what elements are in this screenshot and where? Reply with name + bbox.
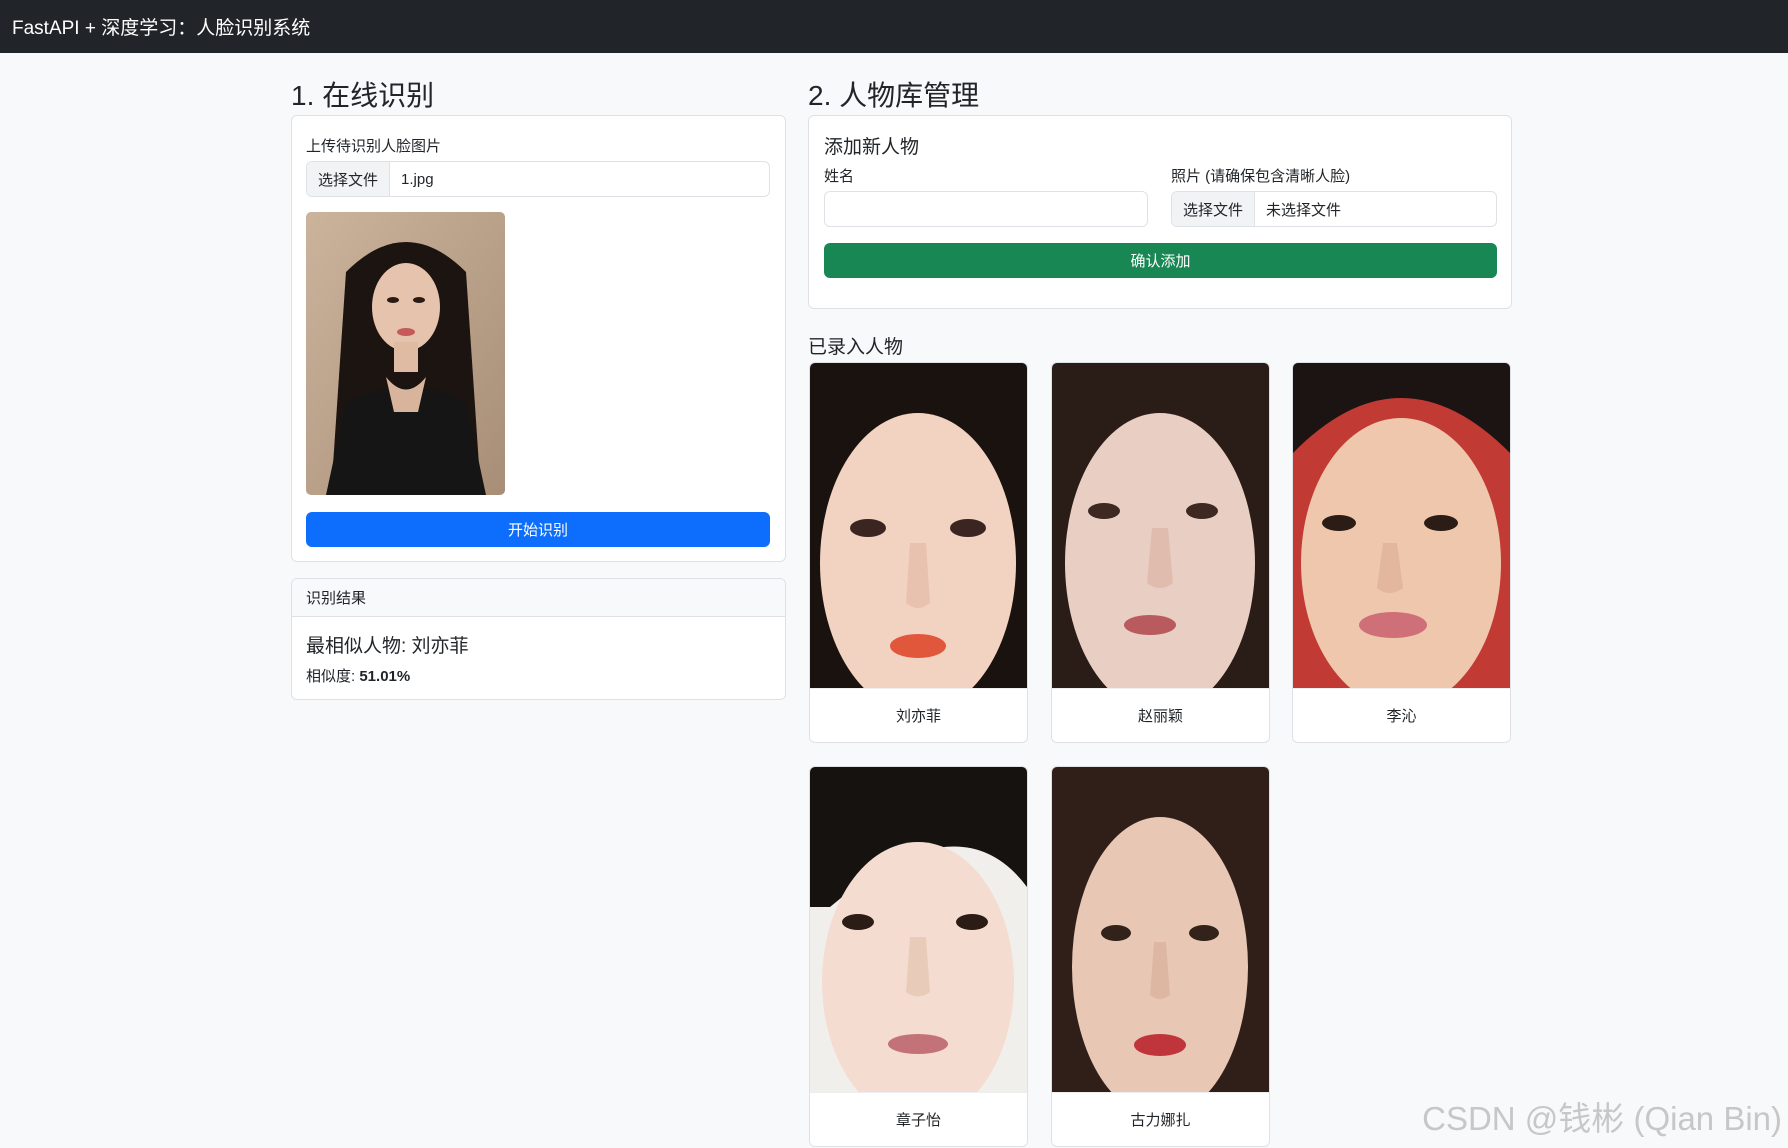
add-person-card: 添加新人物 姓名 照片 (请确保包含清晰人脸) 选择文件 未选择文件 确认添加 xyxy=(808,115,1512,309)
person-name: 赵丽颖 xyxy=(1052,688,1269,742)
photo-label: 照片 (请确保包含清晰人脸) xyxy=(1171,168,1351,185)
upload-label: 上传待识别人脸图片 xyxy=(306,138,442,155)
photo-file-name: 未选择文件 xyxy=(1266,201,1342,219)
person-photo xyxy=(1293,363,1510,708)
result-header: 识别结果 xyxy=(292,579,785,617)
library-section-title: 2. 人物库管理 xyxy=(808,80,980,111)
upload-file-input[interactable]: 选择文件 1.jpg xyxy=(306,161,770,197)
person-name: 古力娜扎 xyxy=(1052,1092,1269,1146)
person-photo xyxy=(810,767,1027,1122)
similarity-value: 51.01% xyxy=(359,668,411,685)
file-name-text: 1.jpg xyxy=(401,170,434,188)
app-title[interactable]: FastAPI + 深度学习：人脸识别系统 xyxy=(12,13,310,40)
person-photo xyxy=(810,363,1027,713)
person-name: 李沁 xyxy=(1293,688,1510,742)
navbar: FastAPI + 深度学习：人脸识别系统 xyxy=(0,0,1788,53)
photo-file-input[interactable]: 选择文件 未选择文件 xyxy=(1171,191,1497,227)
similarity-label: 相似度: xyxy=(306,668,360,685)
person-card[interactable]: 李沁 xyxy=(1292,362,1511,743)
choose-photo-button[interactable]: 选择文件 xyxy=(1172,192,1256,226)
person-photo xyxy=(1052,363,1269,713)
person-photo xyxy=(1052,767,1269,1117)
most-similar-person: 最相似人物: 刘亦菲 xyxy=(306,636,469,657)
upload-card: 上传待识别人脸图片 选择文件 1.jpg 开始识别 xyxy=(291,115,786,562)
name-label: 姓名 xyxy=(824,168,855,185)
similarity-line: 相似度: 51.01% xyxy=(306,665,410,686)
name-input[interactable] xyxy=(824,191,1148,227)
choose-file-button[interactable]: 选择文件 xyxy=(307,162,391,196)
person-card[interactable]: 刘亦菲 xyxy=(809,362,1028,743)
confirm-add-button[interactable]: 确认添加 xyxy=(824,243,1497,278)
recognition-section-title: 1. 在线识别 xyxy=(291,80,435,111)
person-name: 刘亦菲 xyxy=(810,688,1027,742)
add-person-title: 添加新人物 xyxy=(824,137,920,158)
person-name: 章子怡 xyxy=(810,1092,1027,1146)
person-card[interactable]: 古力娜扎 xyxy=(1051,766,1270,1147)
person-card[interactable]: 赵丽颖 xyxy=(1051,362,1270,743)
result-card: 识别结果 最相似人物: 刘亦菲 相似度: 51.01% xyxy=(291,578,786,700)
uploaded-face-image xyxy=(306,212,505,495)
person-card[interactable]: 章子怡 xyxy=(809,766,1028,1147)
watermark: CSDN @钱彬 (Qian Bin) xyxy=(1422,1100,1782,1137)
start-recognition-button[interactable]: 开始识别 xyxy=(306,512,770,547)
registered-people-title: 已录入人物 xyxy=(808,337,904,358)
